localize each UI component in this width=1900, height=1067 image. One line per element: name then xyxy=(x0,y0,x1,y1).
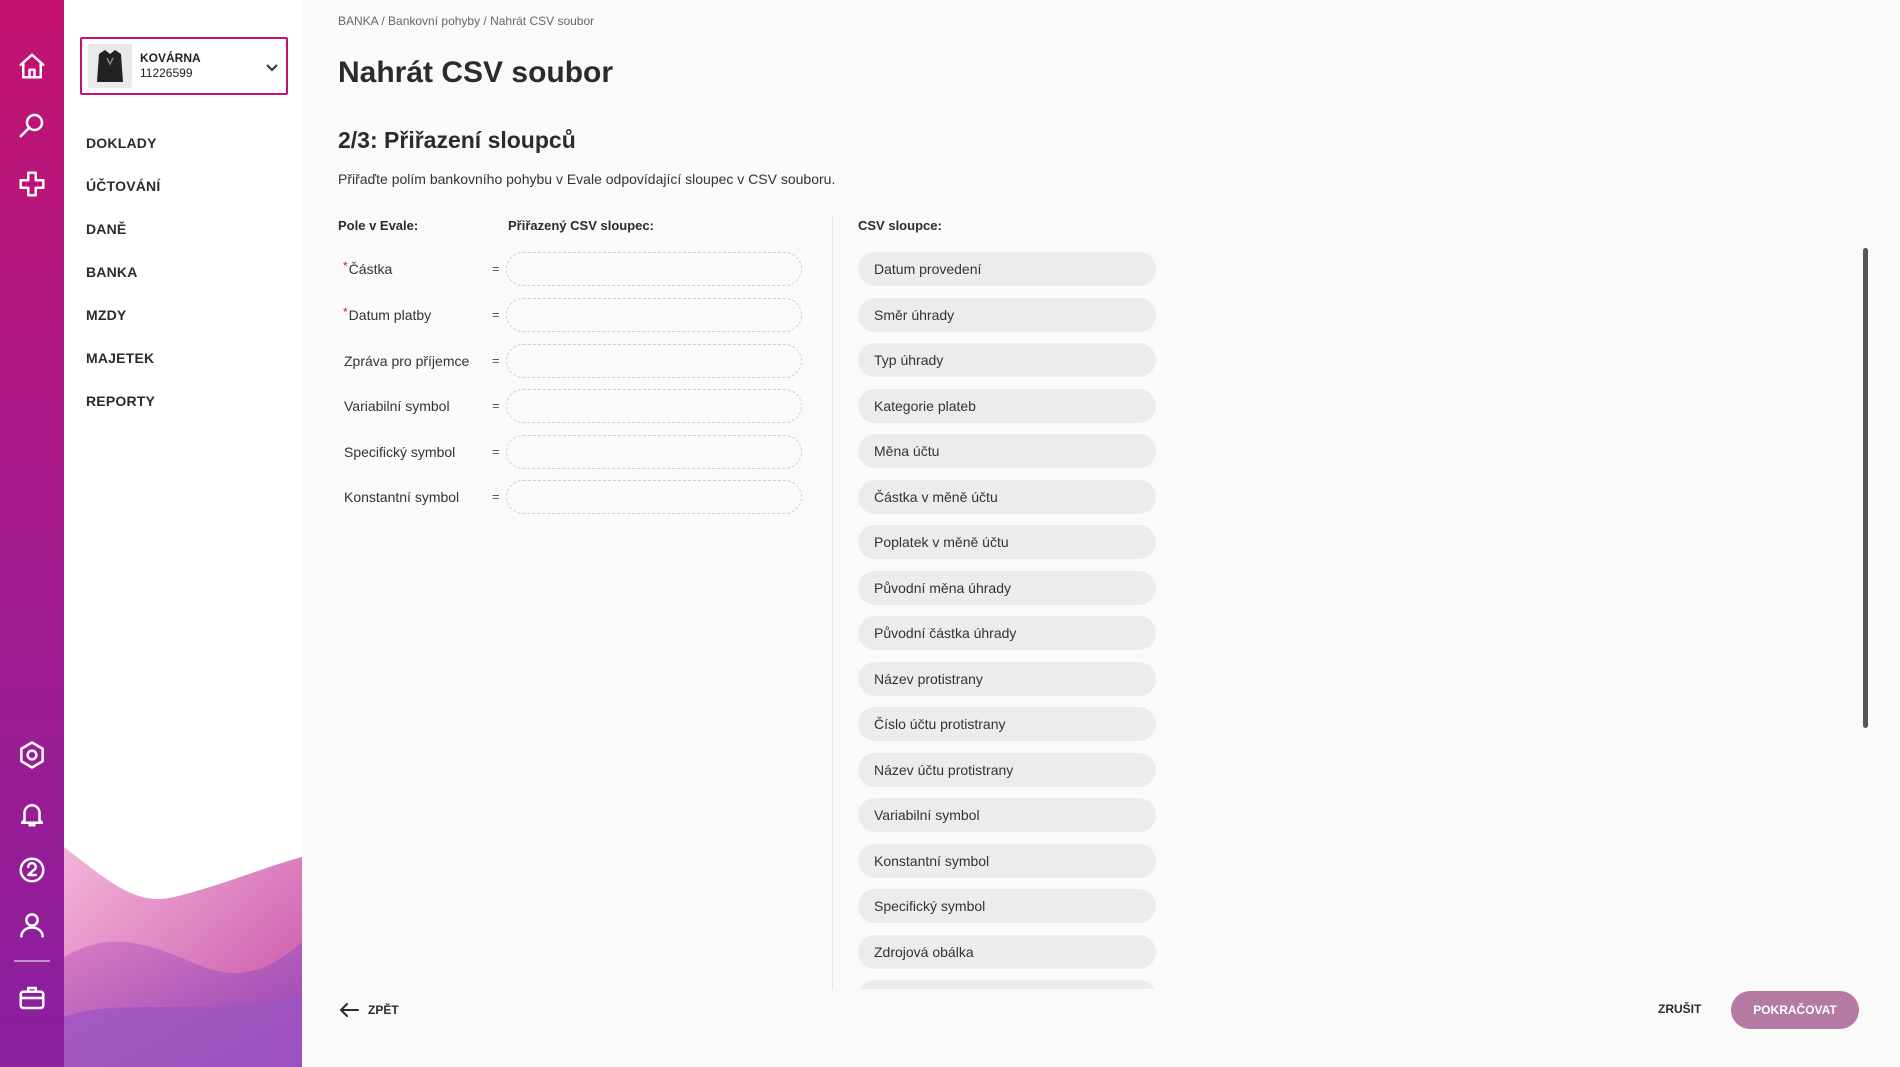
csv-column-chip[interactable]: Datum provedení xyxy=(858,252,1156,286)
csv-column-chip[interactable]: Číslo účtu protistrany xyxy=(858,707,1156,741)
equals-sign: = xyxy=(492,444,500,459)
drop-zone-konstantni-symbol[interactable] xyxy=(506,480,802,514)
bell-icon[interactable] xyxy=(14,796,50,832)
csv-column-chip[interactable] xyxy=(858,980,1156,989)
continue-button[interactable]: POKRAČOVAT xyxy=(1731,991,1859,1029)
decorative-wave xyxy=(64,847,302,1067)
field-row: Konstantní symbol = xyxy=(338,480,808,514)
csv-column-chip[interactable]: Typ úhrady xyxy=(858,343,1156,377)
nav-item-uctovani[interactable]: ÚČTOVÁNÍ xyxy=(86,176,160,219)
field-row: Variabilní symbol = xyxy=(338,389,808,423)
field-row: *Datum platby = xyxy=(338,298,808,332)
sidebar: KOVÁRNA 11226599 DOKLADY ÚČTOVÁNÍ DANĚ B… xyxy=(64,0,302,1067)
rail-divider xyxy=(14,960,50,962)
field-label: Variabilní symbol xyxy=(344,398,450,414)
csv-columns-header: CSV sloupce: xyxy=(858,218,942,233)
breadcrumb[interactable]: BANKA / Bankovní pohyby / Nahrát CSV sou… xyxy=(338,14,594,28)
cancel-button[interactable]: ZRUŠIT xyxy=(1658,1002,1701,1016)
drop-zone-specificky-symbol[interactable] xyxy=(506,435,802,469)
csv-column-chip[interactable]: Částka v měně účtu xyxy=(858,480,1156,514)
back-label: ZPĚT xyxy=(368,1003,399,1017)
field-label: Konstantní symbol xyxy=(344,489,460,505)
csv-column-chip[interactable]: Směr úhrady xyxy=(858,298,1156,332)
home-icon[interactable] xyxy=(14,48,50,84)
step-title: 2/3: Přiřazení sloupců xyxy=(338,127,576,153)
nav-item-mzdy[interactable]: MZDY xyxy=(86,305,160,348)
equals-sign: = xyxy=(492,353,500,368)
company-id: 11226599 xyxy=(140,66,193,80)
csv-column-chip[interactable]: Název účtu protistrany xyxy=(858,753,1156,787)
csv-column-chip[interactable]: Specifický symbol xyxy=(858,889,1156,923)
main-nav: DOKLADY ÚČTOVÁNÍ DANĚ BANKA MZDY MAJETEK… xyxy=(86,133,160,434)
csv-column-chip[interactable]: Konstantní symbol xyxy=(858,844,1156,878)
required-marker: * xyxy=(343,305,348,319)
settings-icon[interactable] xyxy=(14,737,50,773)
company-name: KOVÁRNA xyxy=(140,51,201,65)
nav-item-majetek[interactable]: MAJETEK xyxy=(86,348,160,391)
csv-column-chip[interactable]: Původní částka úhrady xyxy=(858,616,1156,650)
arrow-left-icon xyxy=(340,1003,359,1017)
help-icon[interactable] xyxy=(14,852,50,888)
chevron-down-icon[interactable] xyxy=(264,59,280,75)
field-row: Zpráva pro příjemce = xyxy=(338,344,808,378)
back-button[interactable]: ZPĚT xyxy=(338,999,399,1021)
company-selector[interactable]: KOVÁRNA 11226599 xyxy=(80,37,288,95)
equals-sign: = xyxy=(492,489,500,504)
drop-zone-zprava[interactable] xyxy=(506,344,802,378)
field-label: Částka xyxy=(348,261,393,277)
csv-column-chip[interactable]: Původní měna úhrady xyxy=(858,571,1156,605)
assigned-header: Přiřazený CSV sloupec: xyxy=(508,218,654,233)
icon-rail xyxy=(0,0,64,1067)
equals-sign: = xyxy=(492,398,500,413)
fields-header: Pole v Evale: xyxy=(338,218,419,233)
csv-column-chip[interactable]: Název protistrany xyxy=(858,662,1156,696)
field-row: *Částka = xyxy=(338,252,808,286)
csv-column-chip[interactable]: Měna účtu xyxy=(858,434,1156,468)
nav-item-dane[interactable]: DANĚ xyxy=(86,219,160,262)
company-logo xyxy=(88,44,132,88)
equals-sign: = xyxy=(492,307,500,322)
plus-icon[interactable] xyxy=(14,166,50,202)
equals-sign: = xyxy=(492,261,500,276)
search-icon[interactable] xyxy=(14,107,50,143)
required-marker: * xyxy=(343,259,348,273)
user-icon[interactable] xyxy=(14,907,50,943)
csv-column-chip[interactable]: Zdrojová obálka xyxy=(858,935,1156,969)
drop-zone-castka[interactable] xyxy=(506,252,802,286)
csv-column-list[interactable]: Datum provedení Směr úhrady Typ úhrady K… xyxy=(858,252,1168,989)
nav-item-banka[interactable]: BANKA xyxy=(86,262,160,305)
field-label: Zpráva pro příjemce xyxy=(344,353,470,369)
nav-item-doklady[interactable]: DOKLADY xyxy=(86,133,160,176)
field-label: Specifický symbol xyxy=(344,444,456,460)
csv-column-chip[interactable]: Kategorie plateb xyxy=(858,389,1156,423)
step-description: Přiřaďte polím bankovního pohybu v Evale… xyxy=(338,171,836,187)
drop-zone-datum-platby[interactable] xyxy=(506,298,802,332)
page-title: Nahrát CSV soubor xyxy=(338,56,614,89)
drop-zone-variabilni-symbol[interactable] xyxy=(506,389,802,423)
scrollbar[interactable] xyxy=(1863,248,1868,728)
csv-column-chip[interactable]: Variabilní symbol xyxy=(858,798,1156,832)
briefcase-icon[interactable] xyxy=(14,980,50,1016)
nav-item-reporty[interactable]: REPORTY xyxy=(86,391,160,434)
csv-column-chip[interactable]: Poplatek v měně účtu xyxy=(858,525,1156,559)
column-divider xyxy=(832,215,833,990)
main-content: BANKA / Bankovní pohyby / Nahrát CSV sou… xyxy=(302,0,1900,1067)
field-row: Specifický symbol = xyxy=(338,435,808,469)
field-label: Datum platby xyxy=(348,307,432,323)
